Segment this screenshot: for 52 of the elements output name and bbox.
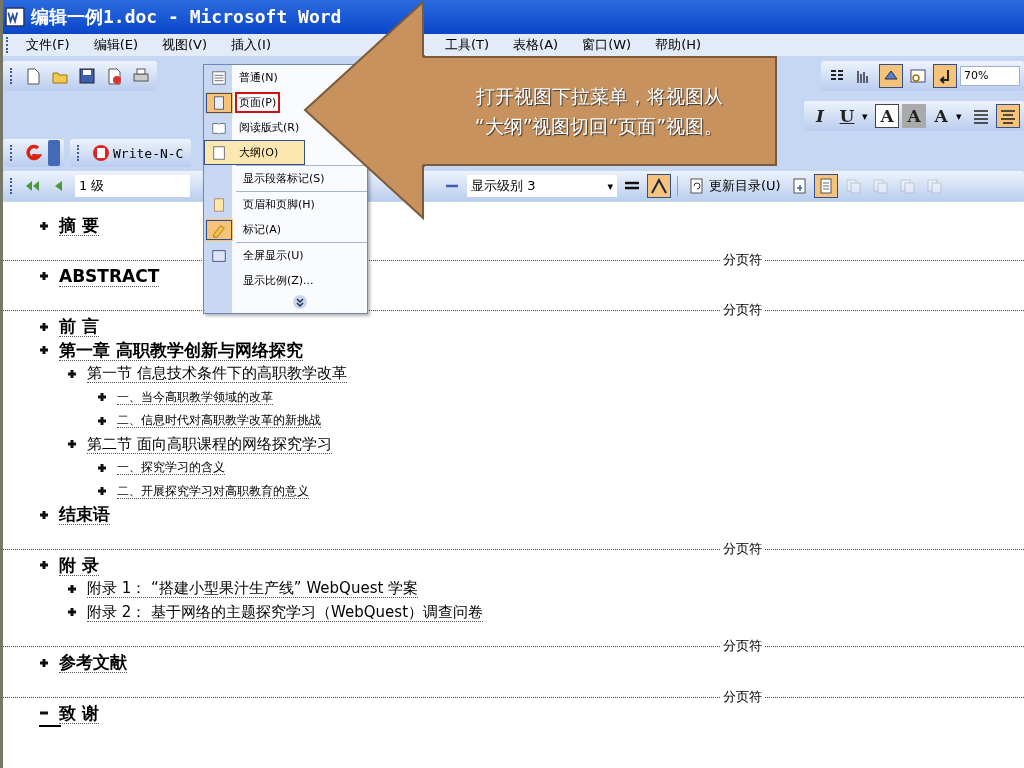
italic-button[interactable]: I bbox=[808, 104, 832, 128]
text-effects-button[interactable]: A bbox=[929, 104, 953, 128]
outline-heading: 致 谢 bbox=[59, 702, 99, 724]
outline-heading: 附录 1： “搭建小型果汁生产线” WebQuest 学案 bbox=[87, 579, 419, 599]
menu-item[interactable]: 显示段落标记(S) bbox=[204, 166, 367, 191]
caret-icon[interactable]: ▾ bbox=[862, 109, 872, 123]
outline-heading: 附 录 bbox=[59, 554, 99, 576]
menu-item[interactable]: 全屏显示(U) bbox=[204, 243, 367, 268]
outline-heading: 前 言 bbox=[59, 316, 99, 338]
caret-icon[interactable]: ▾ bbox=[956, 109, 966, 123]
underline-button[interactable]: U bbox=[835, 104, 859, 128]
outline-heading: 一、探究学习的含义 bbox=[117, 460, 225, 476]
menu-item[interactable]: 视图(V) bbox=[150, 36, 220, 54]
page-break-label: 分页符 bbox=[721, 539, 764, 558]
show-level-field[interactable]: 显示级别 3 ▾ bbox=[467, 175, 617, 197]
menu-item[interactable]: 表格(A) bbox=[501, 36, 571, 54]
menu-item[interactable]: 工具(T) bbox=[433, 36, 502, 54]
outline-heading: 第一节 信息技术条件下的高职教学改革 bbox=[87, 364, 347, 384]
menu-item[interactable]: 文件(F) bbox=[14, 36, 82, 54]
window-title: 编辑一例1.doc - Microsoft Word bbox=[31, 5, 342, 29]
menu-item[interactable]: 帮助(H) bbox=[643, 36, 714, 54]
outline-heading: 摘 要 bbox=[59, 215, 99, 237]
menu-item[interactable]: 编辑(E) bbox=[81, 36, 150, 54]
outline-level-field[interactable]: 1 级 bbox=[75, 175, 190, 197]
menu-item[interactable]: 标记(A) bbox=[204, 217, 367, 242]
page-break-label: 分页符 bbox=[721, 637, 764, 655]
menu-item[interactable]: 页面(P) bbox=[204, 90, 305, 115]
outline-heading: 结束语 bbox=[59, 504, 110, 526]
outline-heading: 一、当今高职教学领域的改革 bbox=[117, 389, 273, 405]
page-break-label: 分页符 bbox=[721, 687, 764, 706]
page-break-label: 分页符 bbox=[721, 301, 764, 319]
outline-heading: 附录 2： 基于网络的主题探究学习（WebQuest）调查问卷 bbox=[87, 602, 484, 622]
page-break-label: 分页符 bbox=[721, 250, 764, 269]
menu-item[interactable]: 大纲(O) bbox=[204, 140, 305, 165]
menu-item[interactable]: 插入(I) bbox=[219, 36, 283, 54]
outline-heading: ABSTRACT bbox=[59, 265, 160, 287]
char-border-button[interactable]: A bbox=[875, 104, 899, 128]
update-toc-button[interactable]: 更新目录(U) bbox=[684, 174, 784, 198]
menu-item[interactable]: 阅读版式(R) bbox=[204, 115, 305, 140]
char-shading-button[interactable]: A bbox=[902, 104, 926, 128]
menu-item[interactable]: 窗口(W) bbox=[570, 36, 644, 54]
zoom-field[interactable]: 70% bbox=[960, 66, 1020, 86]
menu-item[interactable]: 显示比例(Z)... bbox=[204, 268, 367, 293]
callout-box: 打开视图下拉菜单，将视图从 “大纲”视图切回“页面”视图。 bbox=[423, 56, 777, 166]
menu-item[interactable]: 普通(N) bbox=[204, 65, 305, 90]
outline-heading: 第二节 面向高职课程的网络探究学习 bbox=[87, 434, 332, 454]
outline-heading: 二、开展探究学习对高职教育的意义 bbox=[117, 483, 309, 499]
outline-heading: 参考文献 bbox=[59, 652, 127, 674]
write-n-c-button[interactable]: Write-N-C bbox=[88, 141, 188, 165]
outline-heading: 二、信息时代对高职教学改革的新挑战 bbox=[117, 413, 321, 429]
menu-item[interactable]: 页眉和页脚(H) bbox=[204, 192, 367, 217]
outline-heading: 第一章 高职教学创新与网络探究 bbox=[59, 339, 303, 361]
